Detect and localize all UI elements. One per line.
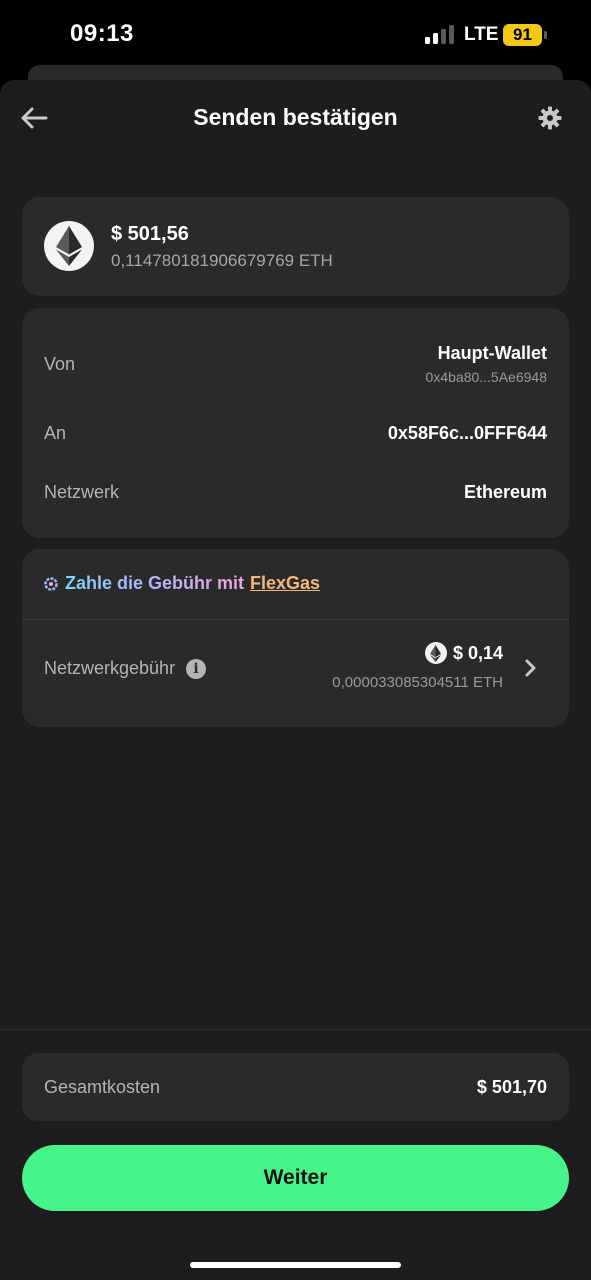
flexgas-icon — [44, 576, 58, 591]
network-value: Ethereum — [463, 482, 547, 502]
page-title: Senden bestätigen — [193, 104, 398, 130]
status-bar: 09:13 LTE 91 — [0, 0, 591, 66]
total-cost-label: Gesamtkosten — [44, 1077, 161, 1097]
flexgas-text: Zahle die Gebühr mit — [65, 573, 245, 593]
token-avatar — [44, 221, 94, 271]
divider — [22, 619, 569, 620]
from-address: 0x4ba80...5Ae6948 — [425, 369, 547, 385]
network-fee-label: Netzwerkgebühr — [44, 658, 176, 678]
total-cost-value: $ 501,70 — [476, 1077, 547, 1097]
gear-icon — [538, 106, 562, 130]
continue-button[interactable]: Weiter — [22, 1145, 569, 1211]
bottom-divider — [0, 1029, 591, 1030]
confirm-send-sheet: Senden bestätigen $ 501,56 0,11478018190… — [0, 80, 591, 1280]
amount-card: $ 501,56 0,114780181906679769 ETH — [22, 197, 569, 296]
info-icon[interactable]: i — [186, 658, 207, 679]
battery-icon: 91 — [503, 24, 547, 46]
fee-usd-wrap: $ 0,14 — [424, 642, 503, 664]
total-cost-card: Gesamtkosten $ 501,70 — [22, 1053, 569, 1121]
network-label: Netzwerk — [44, 482, 120, 502]
status-time: 09:13 — [70, 20, 134, 47]
to-label: An — [44, 423, 67, 443]
from-label: Von — [44, 354, 76, 374]
flexgas-link[interactable]: FlexGas — [250, 573, 320, 594]
home-indicator — [190, 1262, 401, 1268]
battery-level: 91 — [503, 24, 542, 46]
header: Senden bestätigen — [0, 80, 591, 155]
transaction-details-card: Von Haupt-Wallet 0x4ba80...5Ae6948 An 0x… — [22, 308, 569, 538]
network-fee-row[interactable]: Netzwerkgebühr i — [44, 658, 207, 679]
ethereum-icon — [424, 642, 447, 664]
chevron-right-icon[interactable] — [523, 658, 539, 678]
network-type: LTE — [464, 24, 499, 45]
network-fee-eth: 0,000033085304511 ETH — [332, 674, 503, 691]
amount-usd: $ 501,56 — [111, 223, 189, 245]
settings-button[interactable] — [535, 103, 565, 133]
flexgas-promo: Zahle die Gebühr mit FlexGas — [44, 573, 320, 594]
network-fee-usd: $ 0,14 — [452, 642, 503, 663]
ethereum-icon — [56, 226, 82, 266]
from-wallet-name: Haupt-Wallet — [437, 343, 547, 363]
to-address: 0x58F6c...0FFF644 — [387, 423, 547, 443]
screen: 09:13 LTE 91 Senden bestätigen $ 501,56 … — [0, 0, 591, 1280]
fee-card: Zahle die Gebühr mit FlexGas Netzwerkgeb… — [22, 549, 569, 727]
amount-eth: 0,114780181906679769 ETH — [111, 251, 333, 270]
signal-icon — [425, 24, 457, 44]
